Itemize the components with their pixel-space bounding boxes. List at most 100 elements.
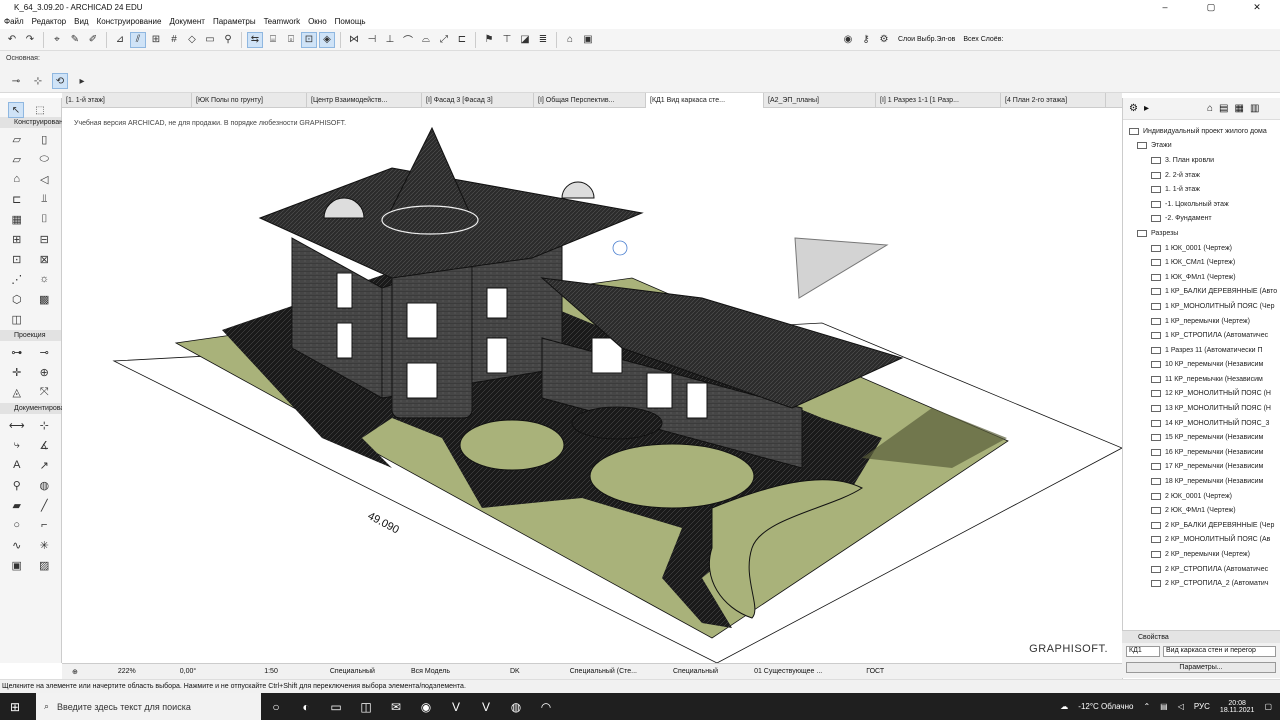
menu-help[interactable]: Помощь <box>335 17 366 26</box>
override-value[interactable]: Специальный <box>673 668 718 675</box>
pen-set-value[interactable]: DK <box>510 668 520 675</box>
figure-tool-icon[interactable]: ◍ <box>32 476 58 494</box>
resize-icon[interactable]: ⤢ <box>436 32 452 48</box>
clock-date[interactable]: 18.11.2021 <box>1220 707 1255 714</box>
tree-item[interactable]: 18 КР_перемычки (Независим <box>1123 474 1280 489</box>
tree-item[interactable]: 11 КР_перемычки (Независим <box>1123 372 1280 387</box>
menu-document[interactable]: Документ <box>169 17 205 26</box>
layer-settings-icon[interactable]: ⚙ <box>876 32 892 48</box>
roof-tool-icon[interactable]: ⌂ <box>4 170 30 188</box>
spline-tool-icon[interactable]: ∿ <box>4 536 30 554</box>
zoom-value[interactable]: 222% <box>118 668 136 675</box>
morph-tool-icon[interactable]: ⬡ <box>4 290 30 308</box>
split-icon[interactable]: ⋈ <box>346 32 362 48</box>
edge-icon[interactable]: ◐ <box>291 693 321 720</box>
syringe-icon[interactable]: ✐ <box>85 32 101 48</box>
curtain-wall-tool-icon[interactable]: ▦ <box>4 210 30 228</box>
skylight-tool-icon[interactable]: ⊟ <box>32 230 58 248</box>
tree-item[interactable]: 1 Разрез 11 (Автоматически П <box>1123 343 1280 358</box>
task-view-icon[interactable]: ○ <box>261 693 291 720</box>
model-view-value[interactable]: Вся Модель <box>411 668 450 675</box>
view-id-field[interactable]: КД1 <box>1126 646 1160 657</box>
mesh-tool-icon[interactable]: ⋰ <box>4 270 30 288</box>
pick-up-icon[interactable]: ⌖ <box>49 32 65 48</box>
app-v-icon[interactable]: V <box>441 693 471 720</box>
beam-tool-icon[interactable]: ⏥ <box>4 150 30 168</box>
windows-start-icon[interactable]: ⊞ <box>0 693 30 720</box>
tree-item[interactable]: 1 КР_перемычки (Чертеж) <box>1123 314 1280 329</box>
intersect-icon[interactable]: ⊥ <box>382 32 398 48</box>
wall-mode-icon[interactable]: ⇆ <box>247 31 263 48</box>
label-tool-icon[interactable]: ↗ <box>32 456 58 474</box>
picture-tool-icon[interactable]: ▨ <box>32 556 58 574</box>
tree-item[interactable]: 1 ЮК_0001 (Чертеж) <box>1123 241 1280 256</box>
marquee-tool-icon[interactable]: ⬚ <box>32 102 48 118</box>
layout-book-icon[interactable]: ▦ <box>1235 103 1244 114</box>
network-icon[interactable]: ▤ <box>1160 702 1168 711</box>
view-map-icon[interactable]: ▤ <box>1219 103 1228 114</box>
layer-eye-icon[interactable]: ◉ <box>840 32 856 48</box>
layer-combo-value[interactable]: Специальный <box>330 668 375 675</box>
tree-item[interactable]: 10 КР_перемычки (Независим <box>1123 358 1280 373</box>
tree-item[interactable]: 2 КР_БАЛКИ ДЕРЕВЯННЫЕ (Чер <box>1123 518 1280 533</box>
menu-teamwork[interactable]: Teamwork <box>264 17 300 26</box>
toolbox-group-projection[interactable]: Проекция <box>0 330 61 341</box>
model-view-option-value[interactable]: Специальный (Сте... <box>570 668 637 675</box>
chrome-icon[interactable]: ◉ <box>411 693 441 720</box>
elevate-icon[interactable]: ⊏ <box>454 32 470 48</box>
menu-window[interactable]: Окно <box>308 17 327 26</box>
change-tool-icon[interactable]: ⤧ <box>32 383 58 401</box>
menu-options[interactable]: Параметры <box>213 17 256 26</box>
weather-icon[interactable]: ☁ <box>1060 702 1068 711</box>
tab-perspective[interactable]: [I] Общая Перспектив... <box>534 93 646 108</box>
window-tool-icon[interactable]: ⊞ <box>4 230 30 248</box>
geometry-method-icon[interactable]: ⊸ <box>8 73 24 89</box>
tree-item[interactable]: 13 КР_МОНОЛИТНЫЙ ПОЯС (Н <box>1123 401 1280 416</box>
tree-item[interactable]: 2 КР_СТРОПИЛА (Автоматичес <box>1123 562 1280 577</box>
guide-line-icon[interactable]: ⊿ <box>112 32 128 48</box>
adjust-icon[interactable]: ⊣ <box>364 32 380 48</box>
tree-item[interactable]: 1 КР_БАЛКИ ДЕРЕВЯННЫЕ (Авто <box>1123 285 1280 300</box>
github-icon[interactable]: ◍ <box>501 693 531 720</box>
weather-text[interactable]: -12°С Облачно <box>1078 702 1133 711</box>
tree-item[interactable]: -1. Цокольный этаж <box>1123 197 1280 212</box>
elevation-icon[interactable]: ⌻ <box>283 32 299 48</box>
fill-icon[interactable]: ◪ <box>517 32 533 48</box>
tree-item[interactable]: 1 КР_МОНОЛИТНЫЙ ПОЯС (Чер <box>1123 299 1280 314</box>
tab-floor-2-plan[interactable]: [4 План 2-го этажа] <box>1001 93 1106 108</box>
polyline-tool-icon[interactable]: ⌐ <box>32 516 58 534</box>
navigator-settings-icon[interactable]: ⚙ <box>1129 103 1138 114</box>
rectangle-method-icon[interactable]: ⊹ <box>30 73 46 89</box>
undo-icon[interactable]: ↶ <box>4 32 20 48</box>
toolbox-group-design[interactable]: Конструирование <box>0 117 71 128</box>
tree-item[interactable]: -2. Фундамент <box>1123 212 1280 227</box>
view-name-field[interactable]: Вид каркаса стен и перегор <box>1163 646 1276 657</box>
marquee-icon[interactable]: ▭ <box>202 32 218 48</box>
line-tool-icon[interactable]: ╱ <box>32 496 58 514</box>
store-icon[interactable]: ◫ <box>351 693 381 720</box>
tab-floors-ground[interactable]: [ЮК Полы по грунту] <box>192 93 307 108</box>
grid-snap-icon[interactable]: ⊡ <box>301 31 317 48</box>
column-tool-icon[interactable]: ▯ <box>32 130 58 148</box>
renovation-value[interactable]: 01 Существующее ... <box>754 668 822 675</box>
flag-icon[interactable]: ⚑ <box>481 32 497 48</box>
arrow-pointer-icon[interactable]: ▸ <box>74 73 90 89</box>
tree-item[interactable]: 2 КР_перемычки (Чертеж) <box>1123 547 1280 562</box>
language-indicator[interactable]: РУС <box>1194 702 1210 711</box>
wall-tool-icon[interactable]: ▱ <box>4 130 30 148</box>
detail-tool-icon[interactable]: ◬ <box>4 383 30 401</box>
level-dimension-tool-icon[interactable]: ⊹ <box>32 416 58 434</box>
radial-dimension-tool-icon[interactable]: ⤷ <box>4 436 30 454</box>
volume-icon[interactable]: ◁ <box>1178 702 1184 711</box>
tree-item[interactable]: 2. 2-й этаж <box>1123 168 1280 183</box>
close-button[interactable]: ✕ <box>1234 0 1280 14</box>
tree-item[interactable]: 17 КР_перемычки (Независим <box>1123 460 1280 475</box>
app-v2-icon[interactable]: V <box>471 693 501 720</box>
elevation-tool-icon[interactable]: ⊸ <box>32 343 58 361</box>
tree-item[interactable]: 12 КР_МОНОЛИТНЫЙ ПОЯС (Н <box>1123 387 1280 402</box>
dimension-icon[interactable]: ⊤ <box>499 32 515 48</box>
door-tool-icon[interactable]: ⌷ <box>32 210 58 228</box>
snap-guides-icon[interactable]: ⫽ <box>130 31 146 48</box>
marker-tool-icon[interactable]: ⚲ <box>4 476 30 494</box>
eraser-icon[interactable]: ◇ <box>184 32 200 48</box>
